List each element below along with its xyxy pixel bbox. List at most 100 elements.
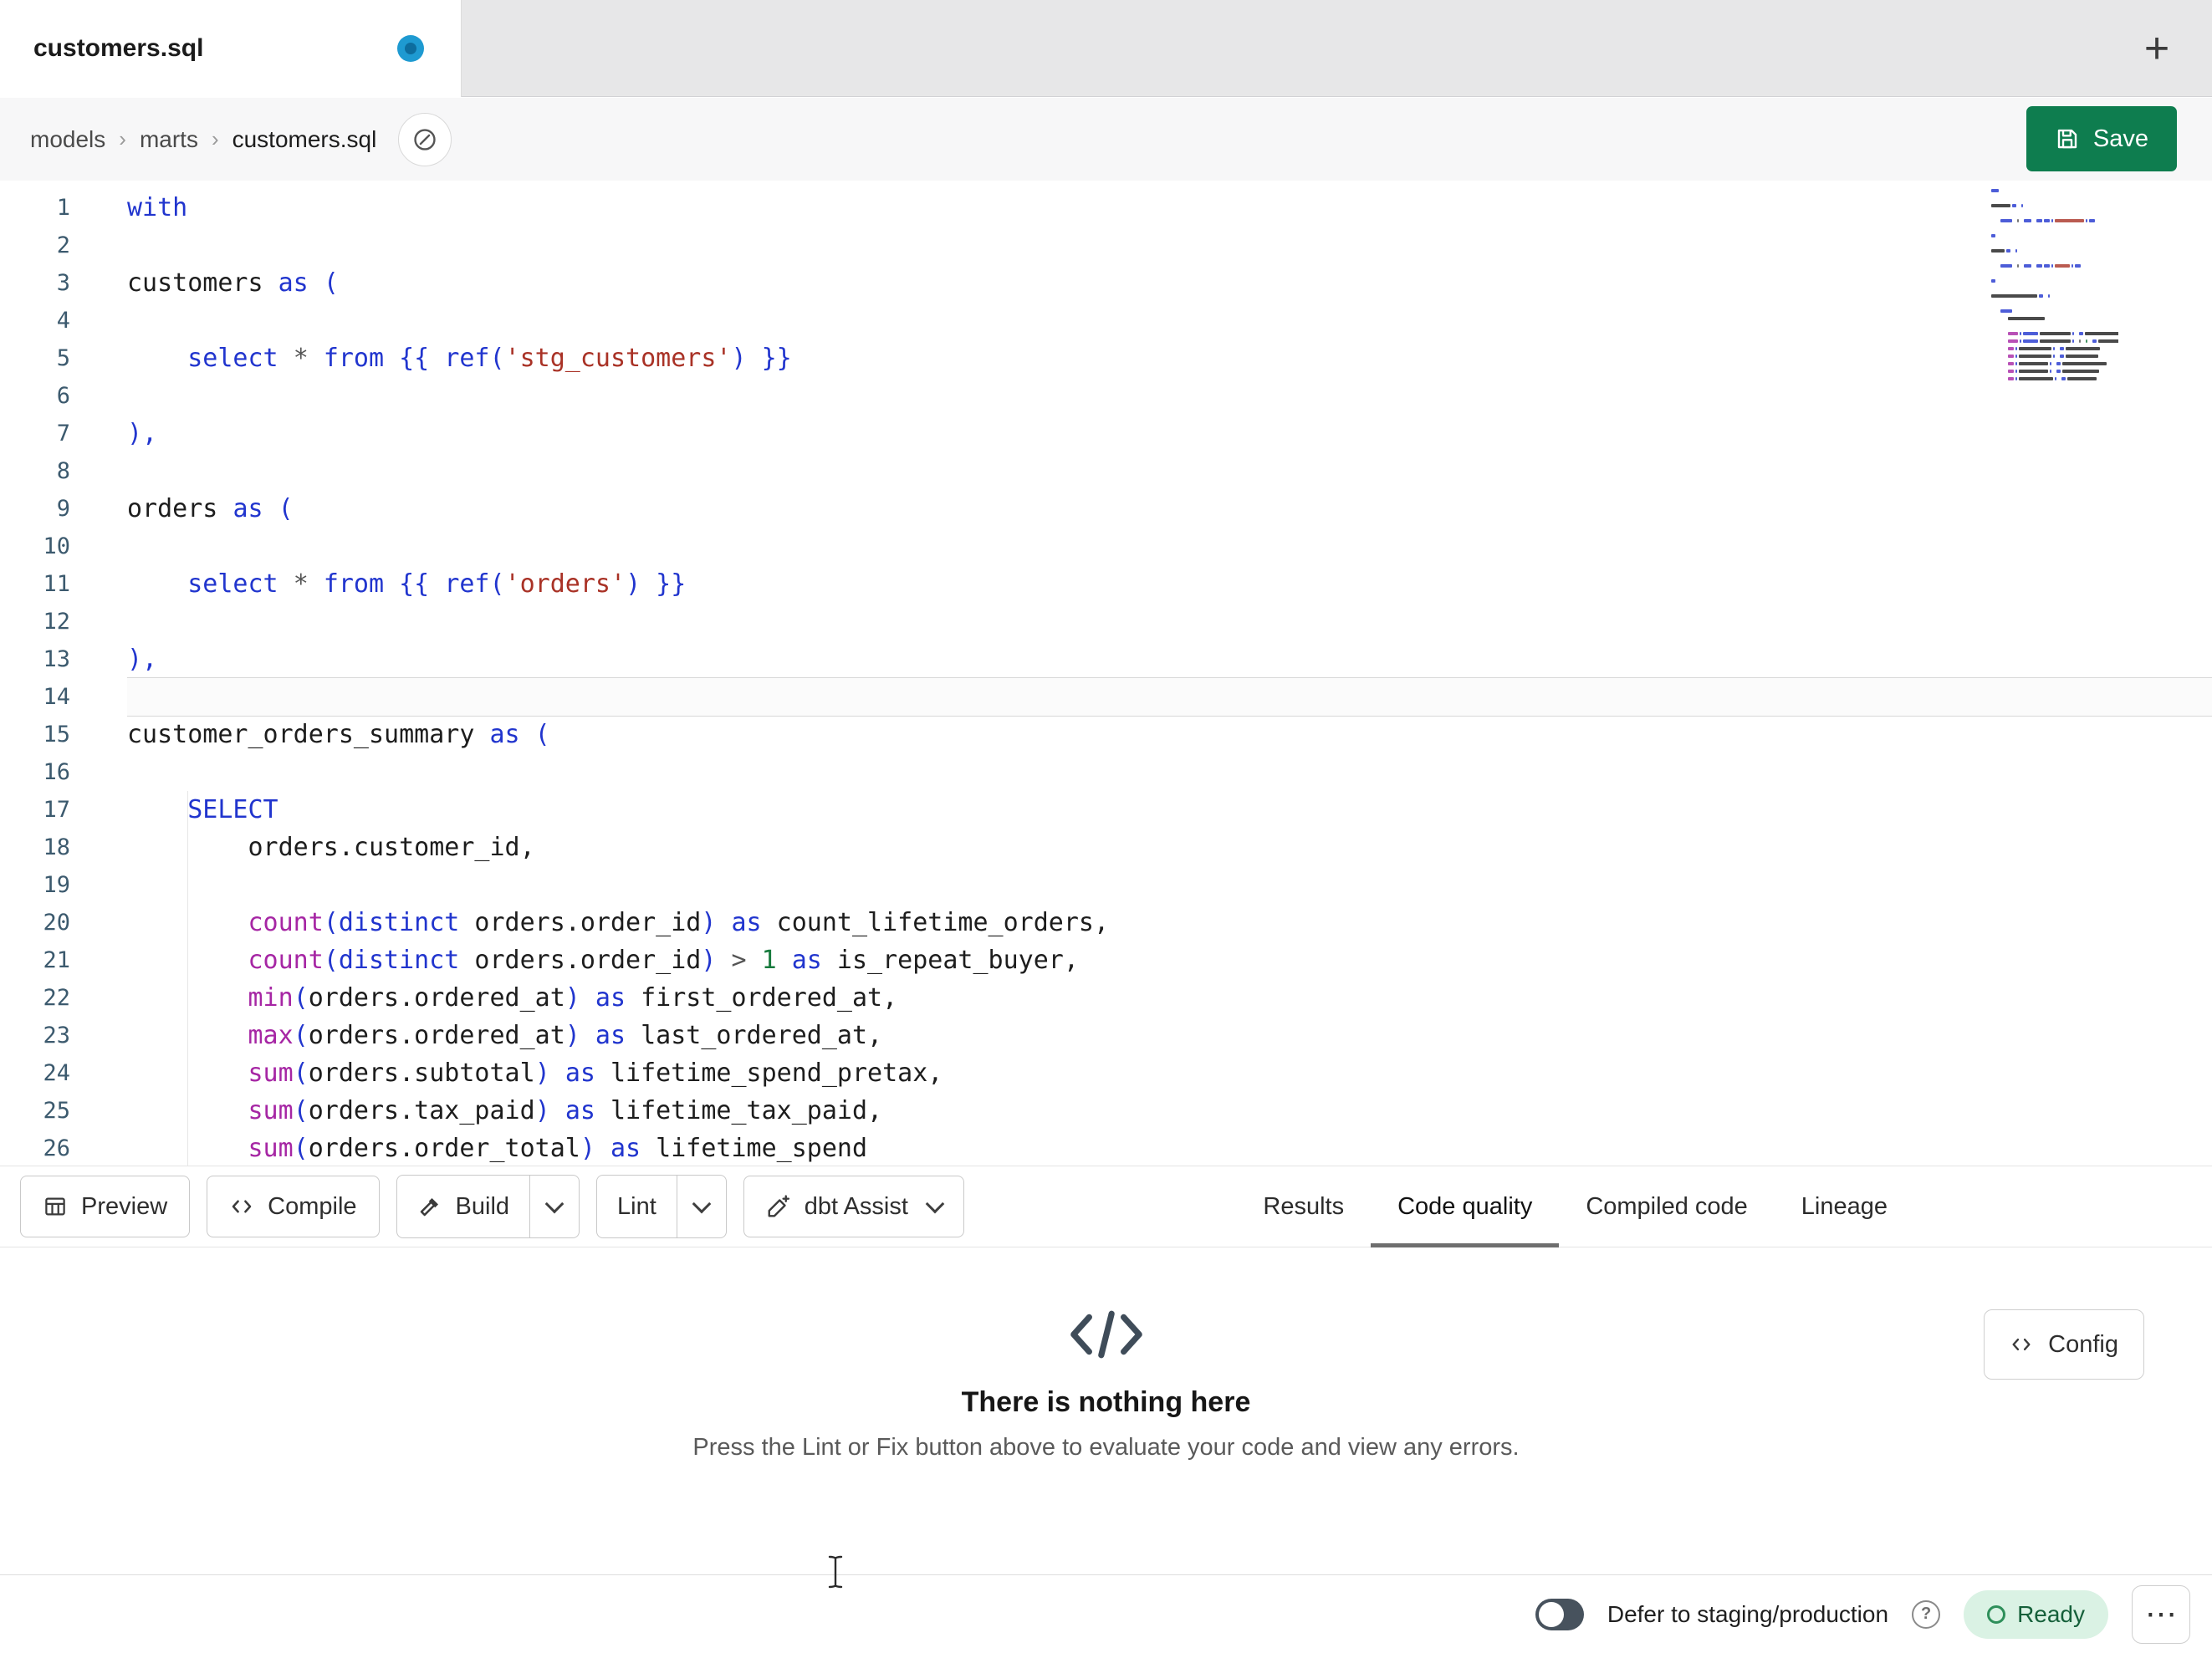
code-line-25[interactable]: sum(orders.tax_paid) as lifetime_tax_pai…	[127, 1092, 2212, 1130]
line-number[interactable]: 25	[0, 1092, 84, 1130]
lint-button-label: Lint	[617, 1192, 656, 1220]
new-tab-button[interactable]: +	[2127, 18, 2187, 79]
tab-code-quality[interactable]: Code quality	[1371, 1166, 1560, 1247]
build-dropdown-button[interactable]	[529, 1176, 579, 1237]
code-line-13[interactable]: ),	[127, 640, 2212, 678]
line-number[interactable]: 21	[0, 941, 84, 979]
code-line-10[interactable]	[127, 528, 2212, 565]
line-number[interactable]: 12	[0, 603, 84, 640]
code-line-26[interactable]: sum(orders.order_total) as lifetime_spen…	[127, 1130, 2212, 1166]
minimap-line	[1991, 355, 2118, 359]
tab-lineage[interactable]: Lineage	[1775, 1166, 1914, 1247]
dbt-assist-button[interactable]: dbt Assist	[743, 1176, 964, 1237]
code-line-5[interactable]: select * from {{ ref('stg_customers') }}	[127, 339, 2212, 377]
code-line-4[interactable]	[127, 302, 2212, 339]
minimap-line	[1991, 309, 2118, 314]
code-line-9[interactable]: orders as (	[127, 490, 2212, 528]
code-line-14[interactable]	[127, 678, 2212, 716]
save-button[interactable]: Save	[2026, 106, 2177, 171]
minimap-line	[1991, 347, 2118, 351]
code-line-6[interactable]	[127, 377, 2212, 415]
results-panel-tabs: Results Code quality Compiled code Linea…	[1236, 1166, 1914, 1247]
code-line-7[interactable]: ),	[127, 415, 2212, 452]
status-bar: Defer to staging/production ? Ready ⋯	[0, 1574, 2212, 1653]
line-number[interactable]: 13	[0, 640, 84, 678]
line-number[interactable]: 20	[0, 904, 84, 941]
minimap-line	[1991, 212, 2118, 216]
build-button-label: Build	[455, 1192, 510, 1220]
unsaved-changes-dot-icon	[397, 35, 424, 62]
lint-dropdown-button[interactable]	[676, 1176, 726, 1237]
tab-customers-sql[interactable]: customers.sql	[0, 0, 462, 97]
breadcrumb-marts[interactable]: marts	[140, 126, 198, 153]
code-line-21[interactable]: count(distinct orders.order_id) > 1 as i…	[127, 941, 2212, 979]
line-number[interactable]: 8	[0, 452, 84, 490]
code-line-23[interactable]: max(orders.ordered_at) as last_ordered_a…	[127, 1017, 2212, 1054]
line-number[interactable]: 14	[0, 678, 84, 716]
build-button[interactable]: Build	[397, 1176, 530, 1237]
line-number[interactable]: 22	[0, 979, 84, 1017]
minimap-line	[1991, 279, 2118, 283]
code-line-16[interactable]	[127, 753, 2212, 791]
code-icon	[2012, 1339, 2031, 1350]
code-line-19[interactable]	[127, 866, 2212, 904]
compile-button-label: Compile	[268, 1192, 357, 1220]
code-quality-panel: There is nothing here Press the Lint or …	[0, 1248, 2212, 1574]
minimap-line	[1991, 234, 2118, 238]
breadcrumb-models[interactable]: models	[30, 126, 105, 153]
code-line-17[interactable]: SELECT	[127, 791, 2212, 829]
code-line-11[interactable]: select * from {{ ref('orders') }}	[127, 565, 2212, 603]
code-line-1[interactable]: with	[127, 189, 2212, 227]
line-number[interactable]: 18	[0, 829, 84, 866]
minimap-line	[1991, 362, 2118, 366]
editor-gutter[interactable]: 1 2 3 4 5 6 7 8 9 10 11 12 13 14 15 16 17 18 19 20 21 22 23 24 2…	[0, 189, 84, 1166]
line-number[interactable]: 9	[0, 490, 84, 528]
code-line-24[interactable]: sum(orders.subtotal) as lifetime_spend_p…	[127, 1054, 2212, 1092]
line-number[interactable]: 4	[0, 302, 84, 339]
line-number[interactable]: 23	[0, 1017, 84, 1054]
code-line-20[interactable]: count(distinct orders.order_id) as count…	[127, 904, 2212, 941]
tab-bar: customers.sql +	[0, 0, 2212, 97]
line-number[interactable]: 19	[0, 866, 84, 904]
line-number[interactable]: 17	[0, 791, 84, 829]
minimap[interactable]	[1991, 189, 2118, 385]
format-button[interactable]	[398, 112, 452, 166]
code-slash-icon	[1070, 1310, 1142, 1359]
line-number[interactable]: 1	[0, 189, 84, 227]
code-line-22[interactable]: min(orders.ordered_at) as first_ordered_…	[127, 979, 2212, 1017]
tab-results[interactable]: Results	[1236, 1166, 1371, 1247]
more-options-button[interactable]: ⋯	[2132, 1584, 2190, 1644]
compile-button[interactable]: Compile	[207, 1176, 380, 1237]
line-number[interactable]: 11	[0, 565, 84, 603]
code-line-18[interactable]: orders.customer_id,	[127, 829, 2212, 866]
code-line-2[interactable]	[127, 227, 2212, 264]
tab-title: customers.sql	[33, 34, 204, 62]
empty-state-subtitle: Press the Lint or Fix button above to ev…	[692, 1434, 1520, 1461]
code-line-3[interactable]: customers as (	[127, 264, 2212, 302]
line-number[interactable]: 3	[0, 264, 84, 302]
line-number[interactable]: 6	[0, 377, 84, 415]
tab-compiled-code[interactable]: Compiled code	[1559, 1166, 1774, 1247]
minimap-line	[1991, 287, 2118, 291]
line-number[interactable]: 2	[0, 227, 84, 264]
dbt-assist-button-label: dbt Assist	[804, 1192, 908, 1220]
minimap-line	[1991, 264, 2118, 268]
code-line-15[interactable]: customer_orders_summary as (	[127, 716, 2212, 753]
line-number[interactable]: 24	[0, 1054, 84, 1092]
line-number[interactable]: 16	[0, 753, 84, 791]
code-line-12[interactable]	[127, 603, 2212, 640]
code-editor[interactable]: 1 2 3 4 5 6 7 8 9 10 11 12 13 14 15 16 17 18 19 20 21 22 23 24 2…	[0, 181, 2212, 1166]
editor-code[interactable]: with customers as ( select * from {{ ref(…	[127, 189, 2212, 1166]
config-button[interactable]: Config	[1984, 1309, 2144, 1380]
help-icon[interactable]: ?	[1912, 1599, 1941, 1629]
line-number[interactable]: 7	[0, 415, 84, 452]
defer-toggle[interactable]	[1535, 1598, 1584, 1630]
code-line-8[interactable]	[127, 452, 2212, 490]
line-number[interactable]: 26	[0, 1130, 84, 1166]
line-number[interactable]: 10	[0, 528, 84, 565]
lint-button[interactable]: Lint	[597, 1176, 677, 1237]
line-number[interactable]: 15	[0, 716, 84, 753]
preview-button[interactable]: Preview	[20, 1176, 191, 1237]
chevron-down-icon	[544, 1194, 564, 1213]
line-number[interactable]: 5	[0, 339, 84, 377]
